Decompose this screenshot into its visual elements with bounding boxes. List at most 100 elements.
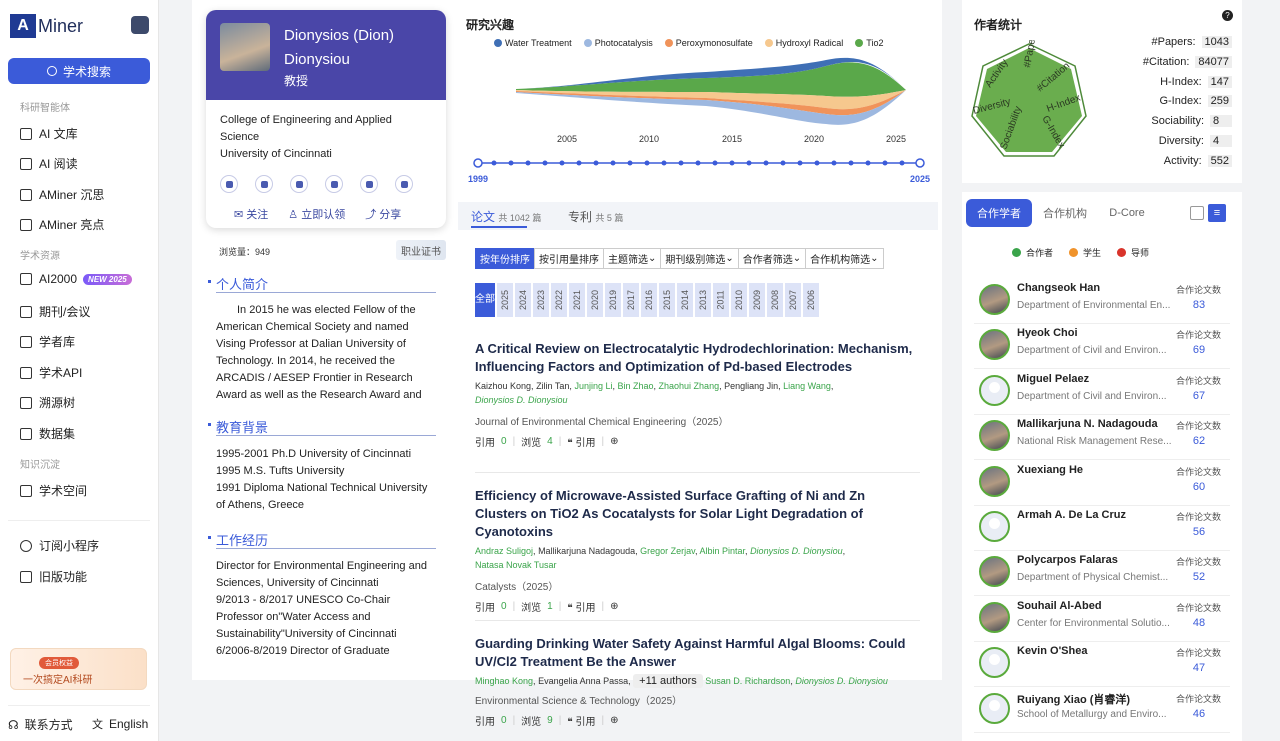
year-chip[interactable]: 2016	[641, 283, 657, 317]
coauthor-name[interactable]: Miguel Pelaez	[1017, 373, 1089, 385]
author-link[interactable]: Minghao Kong	[475, 676, 533, 686]
author-link[interactable]: Junjing Li	[574, 381, 612, 391]
author-link[interactable]: Pengliang Jin	[724, 381, 778, 391]
avatar[interactable]	[979, 374, 1010, 406]
coauthor-row[interactable]: Polycarpos Falaras Department of Physical…	[974, 552, 1230, 597]
quote-button[interactable]: ❝ 引用	[567, 434, 595, 449]
list-view-icon[interactable]: ≡	[1208, 204, 1226, 222]
year-chip[interactable]: 2025	[497, 283, 513, 317]
year-chip[interactable]: 2008	[767, 283, 783, 317]
author-link[interactable]: Dionysios D. Dionysiou	[475, 395, 568, 405]
avatar[interactable]	[979, 556, 1010, 588]
globe-icon[interactable]: ⊕	[610, 601, 618, 612]
graduation-cap-icon[interactable]	[290, 175, 308, 193]
graph-view-icon[interactable]	[1190, 206, 1204, 220]
nav-legacy[interactable]: 旧版功能	[20, 568, 87, 585]
author-link[interactable]: Albin Pintar	[700, 546, 746, 556]
nav-api[interactable]: 学术API	[20, 364, 82, 381]
quote-button[interactable]: ❝ 引用	[567, 599, 595, 614]
slider-handle-start[interactable]	[473, 158, 483, 168]
coauthor-name[interactable]: Xuexiang He	[1017, 464, 1083, 476]
legend-item[interactable]: Photocatalysis	[583, 38, 653, 48]
coauthor-filter-dropdown[interactable]: 合作者筛选 ⌄	[737, 248, 807, 269]
coauthor-name[interactable]: Hyeok Choi	[1017, 327, 1078, 339]
author-link[interactable]: Andraz Suligoj	[475, 546, 533, 556]
coauthor-name[interactable]: Mallikarjuna N. Nadagouda	[1017, 418, 1158, 430]
avatar[interactable]	[979, 420, 1010, 452]
nav-scholars[interactable]: 学者库	[20, 333, 75, 350]
avatar[interactable]	[979, 329, 1010, 361]
year-chip[interactable]: 2014	[677, 283, 693, 317]
author-link[interactable]: Susan D. Richardson	[705, 676, 790, 686]
sort-by-citation-button[interactable]: 按引用量排序	[534, 248, 604, 269]
home-icon[interactable]	[255, 175, 273, 193]
year-chip[interactable]: 2017	[623, 283, 639, 317]
author-link[interactable]: Bin Zhao	[617, 381, 653, 391]
paper-title[interactable]: A Critical Review on Electrocatalytic Hy…	[475, 340, 920, 376]
nav-aminer-highlights[interactable]: AMiner 亮点	[20, 216, 104, 233]
year-chip[interactable]: 2015	[659, 283, 675, 317]
nav-ai2000[interactable]: AI2000 NEW 2025	[20, 272, 132, 286]
paper-title[interactable]: Guarding Drinking Water Safety Against H…	[475, 635, 920, 671]
author-link[interactable]: Gregor Zerjav	[640, 546, 695, 556]
coauthor-row[interactable]: Kevin O'Shea 合作论文数 47	[974, 643, 1230, 688]
location-icon[interactable]	[360, 175, 378, 193]
year-chip[interactable]: 2023	[533, 283, 549, 317]
certificate-button[interactable]: 职业证书	[396, 240, 446, 260]
sort-by-year-button[interactable]: 按年份排序	[475, 248, 535, 269]
avatar[interactable]	[979, 647, 1010, 679]
academic-search-button[interactable]: 学术搜索	[8, 58, 150, 84]
globe-icon[interactable]: ⊕	[610, 436, 618, 447]
contact-link[interactable]: ☊ 联系方式	[8, 716, 73, 733]
coauthor-name[interactable]: Polycarpos Falaras	[1017, 554, 1118, 566]
nav-academic-space[interactable]: 学术空间	[20, 482, 87, 499]
author-link[interactable]: Evangelia Anna Passa	[538, 676, 628, 686]
tab-dcore[interactable]: D-Core	[1098, 199, 1156, 227]
coauthor-name[interactable]: Ruiyang Xiao (肖睿洋)	[1017, 691, 1130, 707]
email-icon[interactable]	[325, 175, 343, 193]
coauthor-name[interactable]: Souhail Al-Abed	[1017, 600, 1102, 612]
author-link[interactable]: Dionysios D. Dionysiou	[795, 676, 888, 686]
share-button[interactable]: ⤴ 分享	[365, 206, 401, 222]
more-authors-button[interactable]: +11 authors	[633, 674, 703, 688]
globe-icon[interactable]: ⊕	[610, 715, 618, 726]
author-link[interactable]: Dionysios D. Dionysiou	[750, 546, 843, 556]
coauthor-row[interactable]: Xuexiang He 合作论文数 60	[974, 462, 1230, 506]
legend-item[interactable]: Peroxymonosulfate	[664, 38, 753, 48]
author-link[interactable]: Liang Wang	[783, 381, 831, 391]
nav-miniprogram[interactable]: 订阅小程序	[20, 537, 99, 554]
coauthor-name[interactable]: Armah A. De La Cruz	[1017, 509, 1126, 521]
year-chip[interactable]: 2013	[695, 283, 711, 317]
coauthor-row[interactable]: Hyeok Choi Department of Civil and Enviro…	[974, 325, 1230, 370]
coauthor-row[interactable]: Armah A. De La Cruz 合作论文数 56	[974, 507, 1230, 551]
app-icon[interactable]	[131, 16, 149, 34]
nav-journals[interactable]: 期刊/会议	[20, 303, 90, 320]
nav-ai-library[interactable]: AI 文库	[20, 125, 78, 142]
weibo-icon[interactable]	[395, 175, 413, 193]
paper-title[interactable]: Efficiency of Microwave-Assisted Surface…	[475, 487, 920, 541]
coauthor-row[interactable]: Miguel Pelaez Department of Civil and Env…	[974, 371, 1230, 415]
author-link[interactable]: Zhaohui Zhang	[659, 381, 720, 391]
nav-trace-tree[interactable]: 溯源树	[20, 394, 75, 411]
author-link[interactable]: Mallikarjuna Nadagouda	[538, 546, 635, 556]
year-chip[interactable]: 2006	[803, 283, 819, 317]
year-chip[interactable]: 2009	[749, 283, 765, 317]
aminer-logo[interactable]: A Miner	[10, 14, 83, 38]
legend-item[interactable]: Tio2	[855, 38, 883, 48]
promo-banner[interactable]: 会员权益 一次搞定AI科研	[10, 648, 147, 690]
coauthor-row[interactable]: Mallikarjuna N. Nadagouda National Risk M…	[974, 416, 1230, 461]
quote-button[interactable]: ❝ 引用	[567, 713, 595, 728]
coauthor-row[interactable]: Changseok Han Department of Environmental…	[974, 280, 1230, 324]
help-icon[interactable]: ?	[1222, 10, 1233, 21]
tab-institutions[interactable]: 合作机构	[1036, 199, 1094, 227]
slider-handle-end[interactable]	[915, 158, 925, 168]
coauthor-name[interactable]: Kevin O'Shea	[1017, 645, 1087, 657]
year-chip[interactable]: 2019	[605, 283, 621, 317]
year-all-button[interactable]: 全部	[475, 283, 495, 317]
year-chip[interactable]: 2021	[569, 283, 585, 317]
avatar[interactable]	[979, 465, 1010, 497]
author-link[interactable]: Natasa Novak Tusar	[475, 560, 557, 570]
claim-button[interactable]: ♙ 立即认领	[288, 206, 345, 222]
language-switch[interactable]: 文 English	[92, 716, 148, 732]
legend-item[interactable]: Water Treatment	[494, 38, 572, 48]
